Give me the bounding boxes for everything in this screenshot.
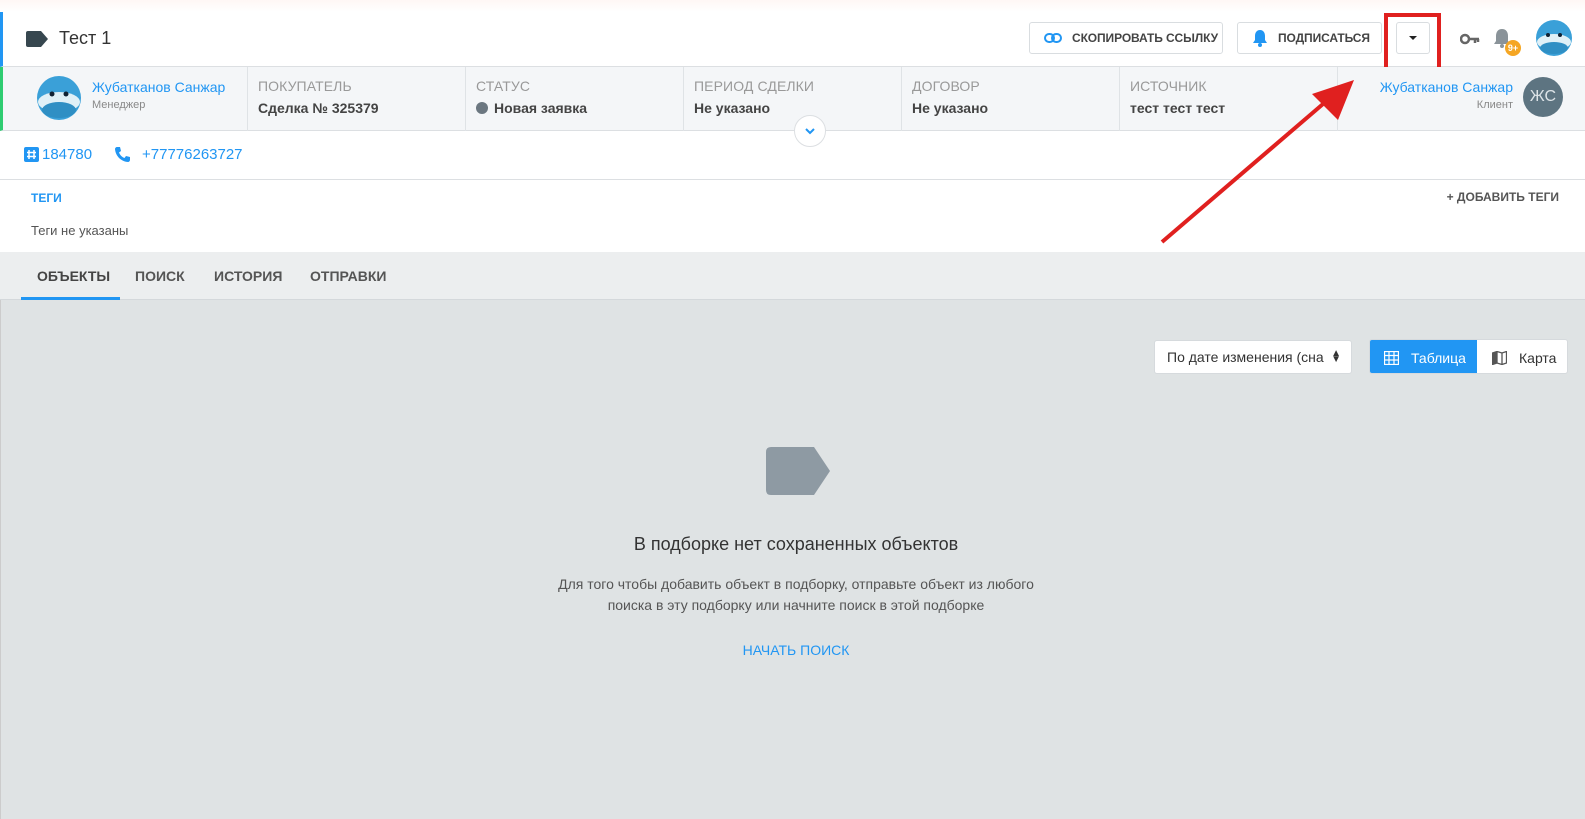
user-avatar[interactable] <box>1536 20 1572 56</box>
contract-value: Не указано <box>912 100 989 116</box>
top-strip <box>0 0 1585 12</box>
key-icon[interactable] <box>1460 32 1480 46</box>
deal-period-field[interactable]: Период сделки Не указано <box>684 67 902 131</box>
map-view-label: Карта <box>1519 349 1557 366</box>
sort-value: По дате изменения (сна <box>1167 349 1324 365</box>
tags-section: ТЕГИ + ДОБАВИТЬ ТЕГИ Теги не указаны <box>0 180 1585 252</box>
objects-panel: По дате изменения (сна ▲ ▼ Таблица Карта … <box>0 300 1585 819</box>
copy-link-label: СКОПИРОВАТЬ ССЫЛКУ <box>1072 31 1218 45</box>
status-text: Новая заявка <box>494 100 588 116</box>
notifications-badge: 9+ <box>1505 40 1521 56</box>
buyer-field[interactable]: Покупатель Сделка № 325379 <box>248 67 466 131</box>
page-title: Тест 1 <box>59 28 112 48</box>
start-search-link: НАЧАТЬ ПОИСК <box>1 642 1585 658</box>
expand-info-button[interactable] <box>794 115 826 147</box>
source-field[interactable]: Источник тест тест тест <box>1120 67 1338 131</box>
empty-state-title: В подборке нет сохраненных объектов <box>633 534 959 554</box>
manager-name[interactable]: Жубатканов Санжар <box>92 79 225 95</box>
map-icon <box>1492 350 1507 365</box>
bell-icon <box>1253 30 1267 47</box>
client-avatar: ЖС <box>1523 77 1563 117</box>
add-tags-button[interactable]: + ДОБАВИТЬ ТЕГИ <box>1447 190 1559 204</box>
table-view-button[interactable]: Таблица <box>1370 340 1477 373</box>
manager-card[interactable]: Жубатканов Санжар Менеджер <box>6 67 248 131</box>
buyer-label: Покупатель <box>258 78 352 94</box>
client-name[interactable]: Жубатканов Санжар <box>1380 79 1513 95</box>
tags-label: ТЕГИ <box>31 191 62 205</box>
tab-sends[interactable]: ОТПРАВКИ <box>310 268 386 284</box>
map-view-button[interactable]: Карта <box>1477 340 1567 373</box>
source-value: тест тест тест <box>1130 100 1226 116</box>
manager-role: Менеджер <box>92 99 146 111</box>
status-dot-icon <box>476 102 488 114</box>
status-label: Статус <box>476 78 531 94</box>
id-icon <box>24 147 39 162</box>
sort-select[interactable]: По дате изменения (сна ▲ ▼ <box>1154 340 1352 374</box>
tab-objects[interactable]: ОБЪЕКТЫ <box>37 268 110 284</box>
contract-field[interactable]: Договор Не указано <box>902 67 1120 131</box>
contacts-row: 184780 +77776263727 <box>0 131 1585 180</box>
copy-link-button[interactable]: СКОПИРОВАТЬ ССЫЛКУ <box>1029 22 1223 54</box>
phone-icon <box>115 147 130 162</box>
start-search-button[interactable]: НАЧАТЬ ПОИСК <box>743 642 850 658</box>
empty-state-description: Для того чтобы добавить объект в подборк… <box>558 576 1034 613</box>
phone-link[interactable]: +77776263727 <box>142 146 243 163</box>
client-card[interactable]: Жубатканов Санжар Клиент ЖС <box>1353 67 1585 131</box>
deal-id-link[interactable]: 184780 <box>42 146 92 163</box>
table-icon <box>1384 350 1399 365</box>
link-icon <box>1044 33 1062 43</box>
deal-header: Тест 1 СКОПИРОВАТЬ ССЫЛКУ ПОДПИСАТЬСЯ 9+ <box>0 12 1585 76</box>
subscribe-button[interactable]: ПОДПИСАТЬСЯ <box>1237 22 1382 54</box>
client-role: Клиент <box>1476 99 1513 111</box>
buyer-value: Сделка № 325379 <box>258 100 379 116</box>
tab-search[interactable]: ПОИСК <box>135 268 185 284</box>
status-value: Новая заявка <box>476 100 683 116</box>
deal-info-bar: Жубатканов Санжар Менеджер Покупатель Сд… <box>0 67 1585 131</box>
tabs-bar: ОБЪЕКТЫ ПОИСК ИСТОРИЯ ОТПРАВКИ <box>0 252 1585 300</box>
empty-tag-icon <box>766 447 830 495</box>
sort-arrows-icon: ▲ ▼ <box>1331 348 1341 365</box>
tag-icon <box>26 31 48 47</box>
manager-avatar <box>37 76 81 120</box>
chevron-down-icon <box>805 128 815 135</box>
tab-history[interactable]: ИСТОРИЯ <box>214 268 282 284</box>
contract-label: Договор <box>912 78 980 94</box>
deal-period-label: Период сделки <box>694 78 815 94</box>
view-toggle: Таблица Карта <box>1369 339 1568 374</box>
tags-empty-text: Теги не указаны <box>31 223 129 238</box>
table-view-label: Таблица <box>1411 349 1466 366</box>
subscribe-label: ПОДПИСАТЬСЯ <box>1278 31 1370 45</box>
source-label: Источник <box>1130 78 1207 94</box>
deal-period-value: Не указано <box>694 100 771 116</box>
status-field[interactable]: Статус Новая заявка <box>466 67 684 131</box>
